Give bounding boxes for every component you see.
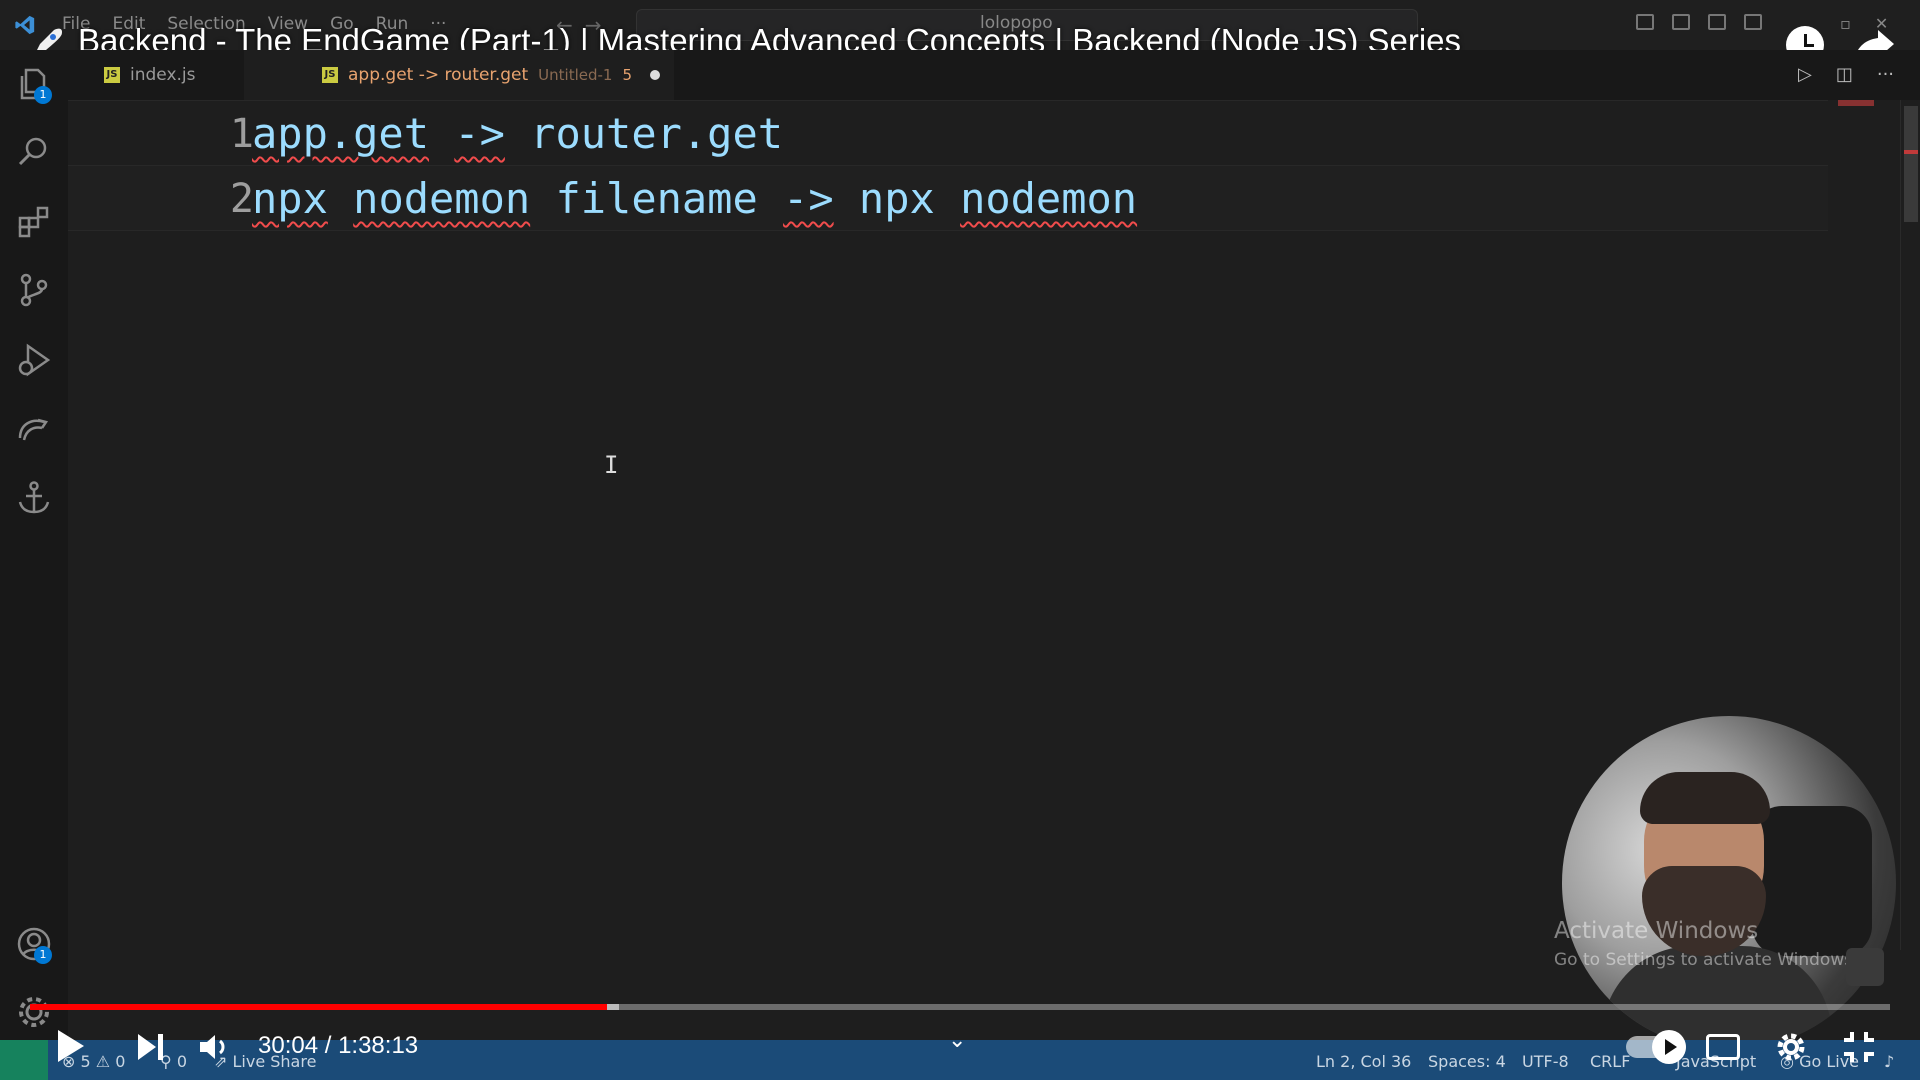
encoding[interactable]: UTF-8 <box>1522 1052 1569 1071</box>
end-of-line[interactable]: CRLF <box>1590 1052 1630 1071</box>
remote-explorer-icon[interactable] <box>14 410 54 450</box>
gear-icon[interactable] <box>14 992 54 1032</box>
anchor-icon[interactable] <box>14 478 54 518</box>
line-number: 2 <box>229 176 254 222</box>
code-token: nodemon <box>353 174 531 223</box>
code-line[interactable]: 1 app.get -> router.get <box>68 100 1828 166</box>
toggle-sidebar-icon[interactable] <box>1636 14 1654 30</box>
scrollbar-error-marker <box>1904 150 1918 154</box>
source-control-icon[interactable] <box>14 270 54 310</box>
run-debug-icon[interactable] <box>14 340 54 380</box>
tab-label: app.get -> router.get <box>348 65 529 85</box>
video-time: 30:04 / 1:38:13 <box>258 1032 419 1059</box>
autoplay-play-icon[interactable] <box>1652 1030 1686 1064</box>
js-file-icon: JS <box>104 67 120 83</box>
code-text: npx nodemon filename -> npx nodemon <box>252 174 1137 223</box>
activate-windows-title: Activate Windows <box>1554 918 1759 944</box>
more-actions-icon[interactable]: ··· <box>1877 64 1894 85</box>
volume-icon[interactable] <box>198 1032 230 1062</box>
minimap-error-marker <box>1838 100 1874 106</box>
run-file-icon[interactable]: ▷ <box>1798 64 1812 85</box>
activate-windows-subtitle: Go to Settings to activate Windows. <box>1554 950 1859 970</box>
activity-bar: 1 1 <box>0 50 68 1040</box>
layout-controls <box>1636 14 1762 30</box>
copilot-emoji-icon[interactable] <box>1846 948 1884 986</box>
chevron-down-icon[interactable]: ⌄ <box>948 1028 966 1053</box>
tab-description: Untitled-1 <box>538 66 613 84</box>
extensions-icon[interactable] <box>14 202 54 242</box>
cursor-position[interactable]: Ln 2, Col 36 <box>1316 1052 1411 1071</box>
remote-indicator-icon[interactable] <box>0 1040 48 1080</box>
unsaved-dot-icon[interactable] <box>650 70 661 80</box>
toggle-panel-icon[interactable] <box>1672 14 1690 30</box>
code-token: nodemon <box>960 174 1138 223</box>
warning-icon: ⚠ <box>95 1052 111 1071</box>
explorer-badge: 1 <box>34 86 52 104</box>
webcam-chair <box>1752 806 1872 956</box>
video-progress-fill[interactable] <box>30 1004 607 1010</box>
tab-problem-count: 5 <box>622 66 633 84</box>
next-video-icon[interactable] <box>136 1032 166 1062</box>
webcam-hair <box>1640 772 1770 824</box>
ports-count: 0 <box>176 1052 187 1071</box>
settings-gear-icon[interactable] <box>1774 1030 1808 1064</box>
code-token: filename <box>530 174 784 223</box>
editor-tab-bar: JS index.js JS app.get -> router.get Unt… <box>68 50 1920 100</box>
webcam-presenter-video <box>1562 716 1896 1050</box>
editor-scrollbar[interactable] <box>1900 100 1920 950</box>
line-number: 1 <box>229 111 254 157</box>
tab-label: index.js <box>130 65 196 85</box>
code-token: -> <box>454 109 505 158</box>
warning-count: 0 <box>115 1052 126 1071</box>
code-token: npx <box>833 174 961 223</box>
tab-untitled-1[interactable]: JS app.get -> router.get Untitled-1 5 <box>244 50 674 100</box>
code-token: -> <box>783 174 834 223</box>
editor-actions: ▷ ◫ ··· <box>1798 64 1894 85</box>
video-progress-buffer <box>606 1004 619 1010</box>
split-editor-icon[interactable]: ◫ <box>1836 64 1853 85</box>
accounts-badge: 1 <box>34 946 52 964</box>
captions-icon[interactable] <box>1706 1034 1740 1060</box>
indentation[interactable]: Spaces: 4 <box>1428 1052 1506 1071</box>
notifications-bell-icon[interactable]: ♪ <box>1884 1052 1894 1071</box>
toggle-secondary-sidebar-icon[interactable] <box>1708 14 1726 30</box>
code-token: app.get <box>252 109 430 158</box>
exit-fullscreen-icon[interactable] <box>1842 1030 1876 1064</box>
code-token: router.get <box>504 109 784 158</box>
mouse-ibeam-cursor-icon: I <box>604 451 619 479</box>
customize-layout-icon[interactable] <box>1744 14 1762 30</box>
scrollbar-thumb[interactable] <box>1904 106 1918 222</box>
js-file-icon: JS <box>322 67 338 83</box>
code-token: npx <box>252 174 328 223</box>
code-text: app.get -> router.get <box>252 109 783 158</box>
code-line[interactable]: 2 npx nodemon filename -> npx nodemon <box>68 166 1828 231</box>
play-button-icon[interactable] <box>58 1030 84 1062</box>
search-icon[interactable] <box>14 132 54 172</box>
